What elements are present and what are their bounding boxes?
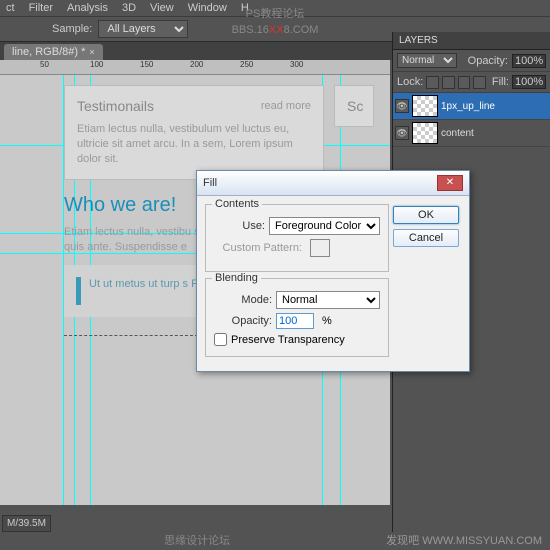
fieldset-legend: Blending bbox=[212, 272, 261, 284]
mode-select[interactable]: Normal bbox=[276, 291, 380, 309]
read-more-link[interactable]: read more bbox=[261, 100, 311, 112]
side-panel: Sc bbox=[334, 85, 374, 141]
use-select[interactable]: Foreground Color bbox=[269, 217, 380, 235]
menu-item[interactable]: View bbox=[150, 2, 174, 14]
sample-select[interactable]: All Layers bbox=[98, 20, 188, 38]
doc-tab[interactable]: line, RGB/8#) *× bbox=[4, 44, 103, 60]
menu-bar: ct Filter Analysis 3D View Window H bbox=[0, 0, 550, 16]
blend-mode-select[interactable]: Normal bbox=[397, 53, 457, 68]
menu-item[interactable]: Filter bbox=[29, 2, 53, 14]
fieldset-legend: Contents bbox=[212, 198, 262, 210]
visibility-icon[interactable]: 👁 bbox=[395, 126, 409, 140]
opacity-input[interactable] bbox=[276, 313, 314, 329]
ok-button[interactable]: OK bbox=[393, 206, 459, 224]
menu-item[interactable]: Window bbox=[188, 2, 227, 14]
body-text: Etiam lectus nulla, vestibulum vel luctu… bbox=[77, 122, 311, 167]
lock-pixels-icon[interactable] bbox=[442, 76, 455, 89]
opacity-field[interactable]: 100% bbox=[512, 54, 546, 68]
panel-tab[interactable]: LAYERS bbox=[393, 32, 550, 50]
testimonials-panel: Testimonails read more Etiam lectus null… bbox=[64, 85, 324, 180]
preserve-transparency-checkbox[interactable] bbox=[214, 333, 227, 346]
lock-all-icon[interactable] bbox=[473, 76, 486, 89]
close-button[interactable]: ✕ bbox=[437, 175, 463, 191]
status-bar: M/39.5M bbox=[2, 515, 51, 532]
footer-watermark: 思缘设计论坛 发现吧 WWW.MISSYUAN.COM bbox=[0, 532, 550, 548]
layer-thumb[interactable] bbox=[412, 122, 438, 144]
menu-item[interactable]: H bbox=[241, 2, 249, 14]
lock-position-icon[interactable] bbox=[458, 76, 471, 89]
menu-item[interactable]: 3D bbox=[122, 2, 136, 14]
lock-transparent-icon[interactable] bbox=[426, 76, 439, 89]
layer-row[interactable]: 👁 content bbox=[393, 120, 550, 147]
visibility-icon[interactable]: 👁 bbox=[395, 99, 409, 113]
accent-bar bbox=[76, 277, 81, 305]
menu-item[interactable]: Analysis bbox=[67, 2, 108, 14]
ruler-horizontal: 50 100 150 200 250 300 bbox=[0, 60, 390, 75]
layer-thumb[interactable] bbox=[412, 95, 438, 117]
pattern-swatch bbox=[310, 239, 330, 257]
menu-item[interactable]: ct bbox=[6, 2, 15, 14]
dialog-titlebar[interactable]: Fill ✕ bbox=[197, 171, 469, 196]
fill-dialog: Fill ✕ OK Cancel Contents Use: Foregroun… bbox=[196, 170, 470, 372]
layer-row[interactable]: 👁 1px_up_line bbox=[393, 93, 550, 120]
panel-title: Testimonails bbox=[77, 98, 154, 114]
sample-label: Sample: bbox=[52, 23, 92, 35]
cancel-button[interactable]: Cancel bbox=[393, 229, 459, 247]
fill-field[interactable]: 100% bbox=[512, 75, 546, 89]
close-icon[interactable]: × bbox=[89, 47, 94, 57]
